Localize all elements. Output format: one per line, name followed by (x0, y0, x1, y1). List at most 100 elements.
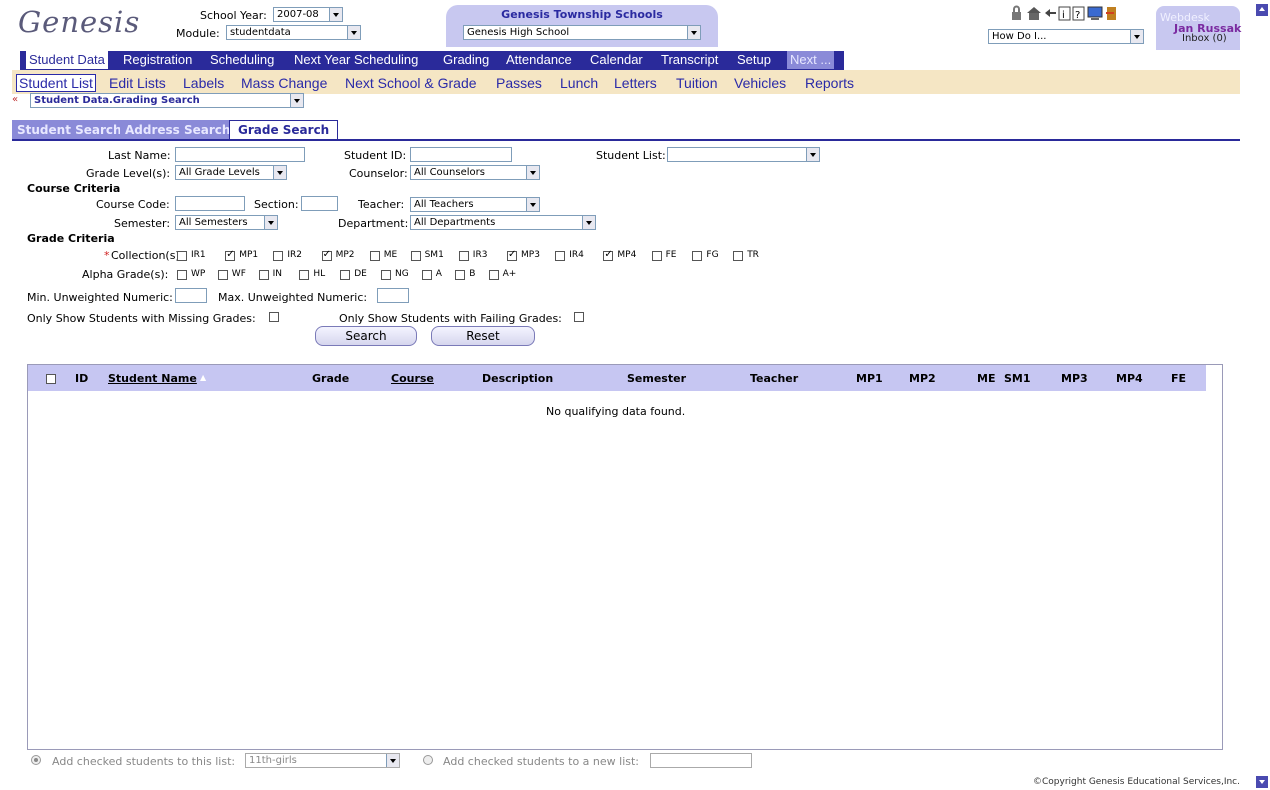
menu-calendar[interactable]: Calendar (587, 51, 646, 69)
grade-levels-select[interactable]: All Grade Levels (175, 165, 287, 180)
how-do-i-select[interactable]: How Do I... (988, 29, 1144, 44)
department-select[interactable]: All Departments (410, 215, 596, 230)
tab-student-search[interactable]: Student Search (12, 120, 127, 140)
school-year-select[interactable]: 2007-08 (273, 7, 343, 22)
collection-mp4-checkbox[interactable] (603, 249, 614, 261)
submenu-passes[interactable]: Passes (496, 75, 542, 91)
tab-address-search[interactable]: Address Search (120, 120, 236, 140)
section-input[interactable] (301, 196, 338, 211)
logout-icon[interactable] (1106, 7, 1116, 20)
submenu-labels[interactable]: Labels (183, 75, 224, 91)
alpha-grade-wf-checkbox[interactable] (217, 270, 228, 280)
menu-transcript[interactable]: Transcript (658, 51, 722, 69)
course-code-input[interactable] (175, 196, 245, 211)
new-list-input[interactable] (650, 753, 752, 768)
submenu-reports[interactable]: Reports (805, 75, 854, 91)
home-icon[interactable] (1027, 7, 1041, 20)
menu-next[interactable]: Next ... (787, 51, 835, 69)
submenu-next-school-grade[interactable]: Next School & Grade (345, 75, 477, 91)
collection-mp2-checkbox[interactable] (321, 249, 332, 261)
collection-mp3-checkbox[interactable] (507, 249, 517, 261)
genesis-logo[interactable]: Genesis (18, 5, 140, 39)
alpha-grade-hl-checkbox[interactable] (299, 270, 310, 280)
existing-list-select[interactable]: 11th-girls (245, 753, 400, 768)
submenu-lunch[interactable]: Lunch (560, 75, 598, 91)
collection-me-checkbox[interactable] (369, 251, 380, 261)
collapse-chevron-icon[interactable]: « (12, 94, 18, 105)
menu-student-data[interactable]: Student Data (26, 51, 108, 69)
collection-ir1-checkbox[interactable] (177, 251, 187, 261)
min-numeric-input[interactable] (175, 288, 207, 303)
collection-ir4-checkbox[interactable] (555, 251, 566, 261)
select-all-checkbox[interactable] (46, 374, 56, 384)
alpha-grade-b-checkbox[interactable] (455, 270, 466, 280)
menu-grading[interactable]: Grading (440, 51, 493, 69)
col-description: Description (482, 372, 554, 385)
screen-select[interactable]: Student Data.Grading Search (30, 93, 304, 108)
alpha-grade-ng-checkbox[interactable] (381, 270, 391, 280)
add-new-radio[interactable] (423, 755, 433, 765)
collection-fg-label: FG (706, 250, 719, 260)
alpha-grade-b-label: B (469, 269, 476, 279)
submenu-tuition[interactable]: Tuition (676, 75, 718, 91)
menu-attendance[interactable]: Attendance (503, 51, 575, 69)
sort-asc-icon[interactable]: ▲ (200, 373, 206, 382)
alpha-grade-wp-checkbox[interactable] (177, 270, 187, 280)
school-select[interactable]: Genesis High School (463, 25, 701, 40)
menu-setup[interactable]: Setup (734, 51, 774, 69)
submenu-student-list[interactable]: Student List (16, 74, 96, 92)
menu-next-year-scheduling[interactable]: Next Year Scheduling (291, 51, 422, 69)
back-icon[interactable] (1045, 9, 1056, 17)
student-list-select[interactable] (667, 147, 820, 162)
col-mp4: MP4 (1116, 372, 1143, 385)
alpha-grade-aplus-checkbox[interactable] (488, 270, 499, 280)
reset-button[interactable]: Reset (431, 326, 535, 346)
collection-mp1-checkbox[interactable] (225, 249, 236, 261)
max-numeric-input[interactable] (377, 288, 409, 303)
help-icon[interactable]: ? (1072, 6, 1085, 21)
last-name-input[interactable] (175, 147, 305, 162)
col-course[interactable]: Course (391, 372, 434, 385)
alpha-grade-in-label: IN (272, 269, 282, 279)
module-select[interactable]: studentdata (226, 25, 361, 40)
alpha-grade-de-checkbox[interactable] (340, 270, 351, 280)
search-button[interactable]: Search (315, 326, 417, 346)
collection-sm1-checkbox[interactable] (410, 251, 421, 261)
collection-mp3-label: MP3 (521, 250, 540, 260)
monitor-icon[interactable] (1087, 6, 1103, 20)
counselor-label: Counselor: (349, 167, 408, 180)
tab-grade-search[interactable]: Grade Search (229, 120, 339, 140)
collection-ir2-checkbox[interactable] (273, 251, 284, 261)
alpha-grade-in-checkbox[interactable] (258, 270, 269, 280)
collection-tr-checkbox[interactable] (733, 251, 744, 261)
collection-fe-checkbox[interactable] (651, 251, 662, 261)
collection-fg-checkbox[interactable] (692, 251, 703, 261)
menu-scheduling[interactable]: Scheduling (207, 51, 278, 69)
submenu-mass-change[interactable]: Mass Change (241, 75, 327, 91)
submenu-edit-lists[interactable]: Edit Lists (109, 75, 166, 91)
scroll-down-arrow[interactable] (1256, 776, 1268, 788)
col-mp1: MP1 (856, 372, 883, 385)
col-id: ID (75, 372, 89, 385)
required-marker: * (104, 249, 110, 262)
failing-grades-checkbox[interactable] (574, 312, 584, 322)
submenu-letters[interactable]: Letters (614, 75, 657, 91)
info-icon[interactable]: i (1058, 6, 1071, 21)
menu-registration[interactable]: Registration (120, 51, 196, 69)
teacher-select[interactable]: All Teachers (410, 197, 540, 212)
inbox-link[interactable]: Inbox (0) (1182, 33, 1227, 44)
semester-select[interactable]: All Semesters (175, 215, 278, 230)
alpha-grade-a-checkbox[interactable] (421, 270, 432, 280)
missing-grades-checkbox[interactable] (269, 312, 279, 322)
col-teacher: Teacher (750, 372, 799, 385)
collection-ir3-checkbox[interactable] (458, 251, 469, 261)
submenu-vehicles[interactable]: Vehicles (734, 75, 786, 91)
school-year-label: School Year: (200, 9, 267, 22)
add-existing-label: Add checked students to this list: (52, 755, 236, 768)
col-student-name[interactable]: Student Name (108, 372, 197, 385)
scroll-up-arrow[interactable] (1256, 4, 1268, 16)
counselor-select[interactable]: All Counselors (410, 165, 540, 180)
lock-icon[interactable] (1012, 5, 1021, 21)
student-id-input[interactable] (410, 147, 512, 162)
add-existing-radio[interactable] (31, 755, 41, 765)
